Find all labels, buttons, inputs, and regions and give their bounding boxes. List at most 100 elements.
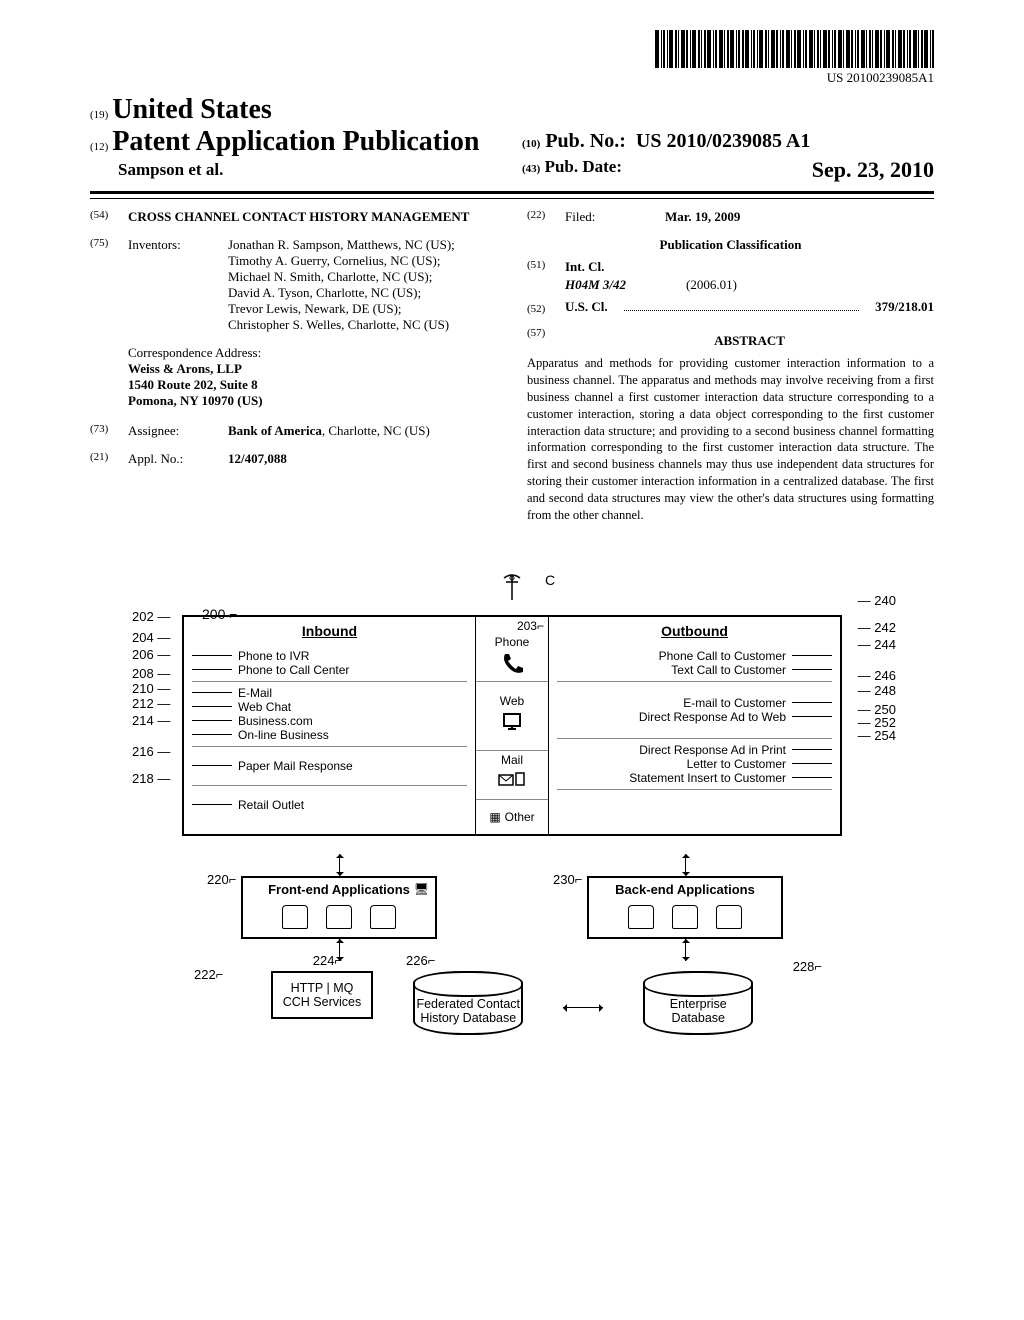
ref-210: 210 — xyxy=(132,682,170,695)
barcode-text: US 20100239085A1 xyxy=(90,70,934,86)
out-email: E-mail to Customer xyxy=(683,696,786,710)
ref-212: 212 — xyxy=(132,697,170,710)
in-online: On-line Business xyxy=(238,728,329,742)
mid-mail-label: Mail xyxy=(501,753,523,767)
ref-226: 226⌐ xyxy=(406,953,435,968)
filed-label: Filed: xyxy=(565,209,655,225)
mid-phone-label: Phone xyxy=(495,635,530,649)
phone-icon xyxy=(498,651,526,678)
uscl-label: U.S. Cl. xyxy=(565,299,608,315)
enterprise-db: Enterprise Database xyxy=(643,971,753,1035)
application-number: 12/407,088 xyxy=(228,451,287,467)
corr-line-1: Weiss & Arons, LLP xyxy=(128,361,497,377)
code-43: (43) xyxy=(522,163,540,175)
ref-246: — 246 xyxy=(858,669,896,682)
ref-203: 203 xyxy=(517,619,537,633)
ref-214: 214 — xyxy=(132,714,170,727)
federated-db: Federated Contact History Database xyxy=(413,971,523,1035)
mail-icon xyxy=(498,769,526,796)
pubdate-label: Pub. Date: xyxy=(545,157,622,176)
code-12: (12) xyxy=(90,141,108,153)
code-22: (22) xyxy=(527,209,555,225)
corr-line-3: Pomona, NY 10970 (US) xyxy=(128,393,497,409)
abstract-heading: ABSTRACT xyxy=(565,333,934,349)
uscl-value: 379/218.01 xyxy=(875,299,934,315)
mid-other-label: Other xyxy=(505,810,535,824)
in-businesscom: Business.com xyxy=(238,714,313,728)
ref-222: 222⌐ xyxy=(194,967,223,982)
ref-244: — 244 xyxy=(858,638,896,651)
antenna-label: C xyxy=(545,572,555,588)
patent-figure: C 200 ⌐ 202 — 204 — 206 — 208 — 210 — 21… xyxy=(182,574,842,1035)
assignee-label: Assignee: xyxy=(128,423,218,439)
code-75: (75) xyxy=(90,237,118,333)
correspondence-label: Correspondence Address: xyxy=(128,345,497,361)
pubno-label: Pub. No.: xyxy=(545,130,626,152)
out-adprint: Direct Response Ad in Print xyxy=(639,743,786,757)
out-letter: Letter to Customer xyxy=(687,757,786,771)
ref-220: 220 xyxy=(207,872,229,887)
ref-208: 208 — xyxy=(132,667,170,680)
ref-242: — 242 xyxy=(858,621,896,634)
assignee-value: Bank of America, Charlotte, NC (US) xyxy=(228,423,430,439)
applno-label: Appl. No.: xyxy=(128,451,218,467)
publication-date: Sep. 23, 2010 xyxy=(812,157,934,183)
ref-228: 228⌐ xyxy=(793,959,822,974)
code-10: (10) xyxy=(522,138,540,150)
out-statement: Statement Insert to Customer xyxy=(629,771,786,785)
cch-services-box: 224⌐ HTTP | MQ CCH Services xyxy=(271,971,374,1019)
ref-254: — 254 xyxy=(858,729,896,742)
outbound-title: Outbound xyxy=(557,623,832,639)
country: United States xyxy=(112,94,271,125)
code-54: (54) xyxy=(90,209,118,225)
intcl-label: Int. Cl. xyxy=(565,259,604,275)
code-51: (51) xyxy=(527,259,555,275)
pub-classification-head: Publication Classification xyxy=(527,237,934,253)
authors-short: Sampson et al. xyxy=(118,160,502,180)
backend-title: Back-end Applications xyxy=(595,882,775,897)
frontend-title: Front-end Applications xyxy=(249,882,429,897)
ref-240: — 240 xyxy=(858,594,896,607)
intcl-code: H04M 3/42 xyxy=(565,277,626,293)
corr-line-2: 1540 Route 202, Suite 8 xyxy=(128,377,497,393)
code-52: (52) xyxy=(527,303,555,315)
in-webchat: Web Chat xyxy=(238,700,291,714)
in-phone-callcenter: Phone to Call Center xyxy=(238,663,349,677)
inventors-label: Inventors: xyxy=(128,237,218,333)
in-phone-ivr: Phone to IVR xyxy=(238,649,309,663)
computer-icon xyxy=(498,710,526,737)
publication-type: Patent Application Publication xyxy=(112,126,479,157)
abstract-text: Apparatus and methods for providing cust… xyxy=(527,355,934,524)
other-icon: ▦ xyxy=(489,810,500,824)
antenna-icon xyxy=(502,574,522,605)
ref-216: 216 — xyxy=(132,745,170,758)
ref-224: 224⌐ xyxy=(313,953,342,968)
code-21: (21) xyxy=(90,451,118,467)
ref-204: 204 — xyxy=(132,631,170,644)
out-phonecall: Phone Call to Customer xyxy=(659,649,786,663)
invention-title: CROSS CHANNEL CONTACT HISTORY MANAGEMENT xyxy=(128,209,469,225)
ref-248: — 248 xyxy=(858,684,896,697)
inbound-title: Inbound xyxy=(192,623,467,639)
ref-206: 206 — xyxy=(132,648,170,661)
svc-line2: CCH Services xyxy=(283,995,362,1009)
intcl-date: (2006.01) xyxy=(686,277,737,293)
ref-230: 230 xyxy=(553,872,575,887)
filed-date: Mar. 19, 2009 xyxy=(665,209,740,225)
out-textcall: Text Call to Customer xyxy=(671,663,786,677)
in-papermail: Paper Mail Response xyxy=(238,759,353,773)
in-email: E-Mail xyxy=(238,686,272,700)
code-73: (73) xyxy=(90,423,118,439)
ref-218: 218 — xyxy=(132,772,170,785)
computer-icon: 🖥 xyxy=(414,882,429,896)
inventors-list: Jonathan R. Sampson, Matthews, NC (US); … xyxy=(228,237,458,333)
publication-number: US 2010/0239085 A1 xyxy=(636,130,810,152)
svc-line1: HTTP | MQ xyxy=(283,981,362,995)
mid-web-label: Web xyxy=(500,694,524,708)
out-adweb: Direct Response Ad to Web xyxy=(639,710,786,724)
ref-202: 202 — xyxy=(132,610,170,623)
code-19: (19) xyxy=(90,109,108,121)
in-retail: Retail Outlet xyxy=(238,798,304,812)
barcode xyxy=(90,30,934,68)
code-57: (57) xyxy=(527,327,555,355)
